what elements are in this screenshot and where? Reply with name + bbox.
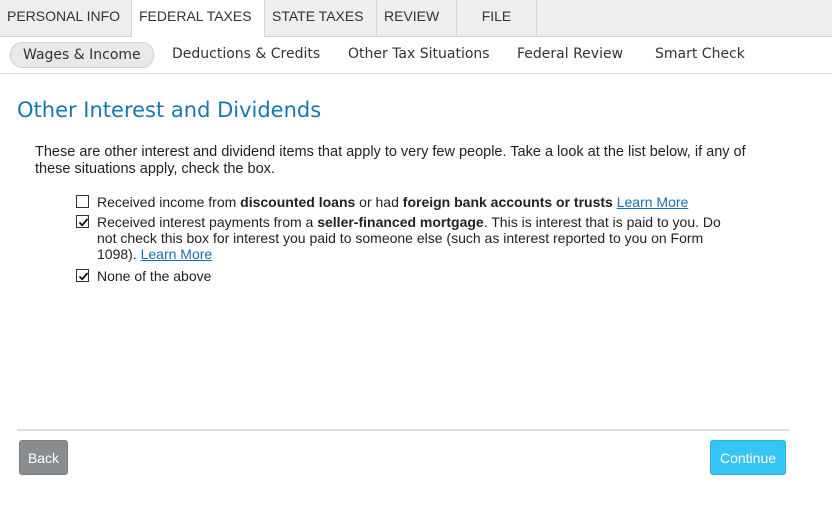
back-button[interactable]: Back [19, 440, 68, 475]
footer-divider [17, 429, 789, 431]
option-none-of-the-above: None of the above [76, 268, 736, 284]
tab-federal-taxes[interactable]: FEDERAL TAXES [132, 0, 265, 37]
intro-text: These are other interest and dividend it… [35, 144, 746, 177]
sub-navigation: Wages & Income Deductions & Credits Othe… [0, 37, 832, 74]
option-label: None of the above [97, 268, 212, 284]
checkbox-discounted-loans[interactable] [76, 195, 89, 208]
subnav-smart-check[interactable]: Smart Check [655, 42, 745, 66]
tab-personal-info[interactable]: PERSONAL INFO [0, 0, 132, 36]
subnav-other-tax-situations[interactable]: Other Tax Situations [348, 42, 490, 66]
option-label: Received interest payments from a seller… [97, 214, 721, 262]
tab-file[interactable]: FILE [457, 0, 537, 36]
continue-button[interactable]: Continue [710, 440, 786, 475]
learn-more-link[interactable]: Learn More [617, 194, 689, 210]
option-label: Received income from discounted loans or… [97, 194, 689, 210]
tab-review[interactable]: REVIEW [377, 0, 457, 36]
subnav-federal-review[interactable]: Federal Review [517, 42, 623, 66]
subnav-wages-income[interactable]: Wages & Income [10, 42, 154, 68]
checkbox-seller-financed-mortgage[interactable] [76, 215, 89, 228]
option-seller-financed-mortgage: Received interest payments from a seller… [76, 214, 736, 262]
option-discounted-loans: Received income from discounted loans or… [76, 194, 736, 210]
tab-state-taxes[interactable]: STATE TAXES [265, 0, 377, 36]
main-tab-bar: PERSONAL INFO FEDERAL TAXES STATE TAXES … [0, 0, 832, 37]
subnav-deductions-credits[interactable]: Deductions & Credits [172, 42, 320, 66]
checkmark-icon [78, 272, 89, 281]
checkmark-icon [78, 218, 89, 227]
checkbox-none-of-the-above[interactable] [76, 269, 89, 282]
page-title: Other Interest and Dividends [17, 98, 322, 122]
learn-more-link[interactable]: Learn More [141, 246, 213, 262]
